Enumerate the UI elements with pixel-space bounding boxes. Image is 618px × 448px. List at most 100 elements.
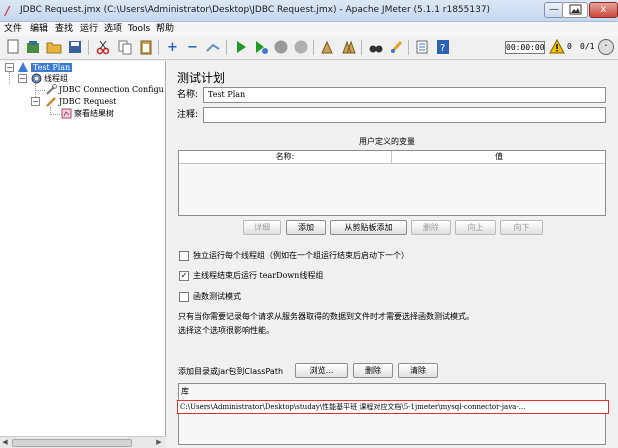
- menu-run[interactable]: 运行: [80, 23, 98, 35]
- column-header-value[interactable]: 值: [393, 151, 605, 163]
- clear-all-icon[interactable]: [340, 39, 357, 56]
- detail-button[interactable]: 详细: [243, 220, 281, 235]
- classpath-library-list[interactable]: 库 C:\Users\Administrator\Desktop\studay\…: [177, 383, 609, 445]
- scroll-right-arrow-icon[interactable]: ▶: [154, 437, 164, 448]
- toolbar-separator: [88, 40, 89, 55]
- open-folder-icon[interactable]: [45, 39, 62, 56]
- reset-search-icon[interactable]: [388, 39, 405, 56]
- tree-node-view-results-tree[interactable]: 察看结果树: [61, 108, 114, 119]
- tree-node-label: JDBC Connection Configu: [59, 85, 164, 94]
- menu-tools[interactable]: Tools: [128, 23, 150, 35]
- scroll-left-arrow-icon[interactable]: ◀: [0, 437, 10, 448]
- table-header: 名称: 值: [179, 151, 605, 164]
- warning-icon[interactable]: [549, 38, 565, 54]
- test-plan-tree: − Test Plan − 线程组 JDBC Connection Config…: [0, 61, 166, 448]
- expand-all-icon[interactable]: +: [164, 39, 181, 56]
- classpath-label: 添加目录或jar包到ClassPath: [178, 367, 284, 376]
- clear-icon[interactable]: [318, 39, 335, 56]
- checkbox-box[interactable]: [179, 291, 189, 302]
- toolbar-separator: [158, 40, 159, 55]
- tree-horizontal-scrollbar[interactable]: ◀ ▶: [0, 436, 166, 448]
- functional-test-mode-checkbox[interactable]: 函数测试模式: [179, 291, 241, 302]
- templates-icon[interactable]: [24, 39, 41, 56]
- library-column-header: 库: [181, 387, 189, 396]
- tree-connector: [35, 90, 45, 91]
- library-entry-row[interactable]: C:\Users\Administrator\Desktop\studay\性能…: [177, 400, 609, 414]
- tree-node-test-plan[interactable]: Test Plan: [18, 62, 73, 73]
- save-icon[interactable]: [66, 39, 83, 56]
- checkbox-label: 主线程结束后运行 tearDown线程组: [193, 271, 324, 280]
- move-down-button[interactable]: 向下: [500, 220, 543, 235]
- checkbox-label: 独立运行每个线程组（例如在一个组运行结束后启动下一个）: [193, 251, 409, 260]
- minimize-button[interactable]: —: [544, 2, 564, 18]
- close-button[interactable]: x: [589, 2, 618, 18]
- gear-icon: [31, 73, 42, 84]
- add-from-clipboard-button[interactable]: 从剪贴板添加: [330, 220, 407, 235]
- column-header-name[interactable]: 名称:: [179, 151, 392, 163]
- functional-mode-description: 只有当你需要记录每个请求从服务器取得的数据到文件时才需要选择函数测试模式。: [178, 312, 474, 321]
- delete-button[interactable]: 删除: [411, 220, 451, 235]
- menu-options[interactable]: 选项: [104, 23, 122, 35]
- menu-edit[interactable]: 编辑: [30, 23, 48, 35]
- toolbar: + − ? 00:00:00 0 0/1 ·: [0, 36, 618, 60]
- new-file-icon[interactable]: [4, 39, 21, 56]
- copy-icon[interactable]: [116, 39, 133, 56]
- scrollbar-thumb[interactable]: [12, 439, 132, 447]
- title-bar: / JDBC Request.jmx (C:\Users\Administrat…: [0, 0, 618, 22]
- toolbar-separator: [361, 40, 362, 55]
- active-thread-count: 0/1: [580, 42, 595, 51]
- browse-button[interactable]: 浏览...: [295, 363, 348, 378]
- start-no-pauses-icon[interactable]: [252, 39, 269, 56]
- user-defined-variables-title: 用户定义的变量: [359, 137, 415, 146]
- toolbar-separator: [408, 40, 409, 55]
- collapse-all-icon[interactable]: −: [184, 39, 201, 56]
- toolbar-separator: [313, 40, 314, 55]
- elapsed-timer: 00:00:00: [505, 41, 545, 54]
- cut-icon[interactable]: [94, 39, 111, 56]
- add-button[interactable]: 添加: [286, 220, 326, 235]
- test-plan-panel: 测试计划 名称: Test Plan 注释: 用户定义的变量 名称: 值 详细 …: [167, 61, 618, 448]
- tree-connector: [9, 72, 10, 84]
- tree-node-thread-group[interactable]: 线程组: [31, 73, 68, 84]
- paste-icon[interactable]: [137, 39, 154, 56]
- panel-heading: 测试计划: [177, 71, 226, 85]
- tree-node-label: Test Plan: [31, 63, 73, 72]
- tree-collapse-toggle[interactable]: −: [31, 97, 40, 106]
- teardown-after-shutdown-checkbox[interactable]: ✓ 主线程结束后运行 tearDown线程组: [179, 270, 323, 281]
- function-helper-icon[interactable]: [413, 39, 430, 56]
- tree-node-jdbc-connection[interactable]: JDBC Connection Configu: [46, 84, 164, 95]
- comment-field[interactable]: [203, 107, 606, 123]
- toggle-icon[interactable]: [204, 39, 221, 56]
- tree-collapse-toggle[interactable]: −: [5, 63, 14, 72]
- tree-connector: [50, 114, 60, 115]
- test-plan-icon: [18, 62, 29, 73]
- listener-icon: [61, 108, 72, 119]
- checkbox-box[interactable]: [179, 250, 189, 261]
- wrench-icon: [46, 84, 57, 95]
- performance-warning: 选择这个选项很影响性能。: [178, 326, 274, 335]
- comment-label: 注释:: [177, 110, 199, 120]
- tree-node-jdbc-request[interactable]: JDBC Request: [46, 96, 116, 107]
- start-icon[interactable]: [232, 39, 249, 56]
- shutdown-icon[interactable]: [292, 39, 309, 56]
- tree-node-label: 察看结果树: [74, 109, 114, 118]
- tree-collapse-toggle[interactable]: −: [18, 74, 27, 83]
- screenshot-overlay-icon: [562, 2, 588, 18]
- pencil-icon: [46, 96, 57, 107]
- remote-globe-icon[interactable]: ·: [598, 39, 614, 55]
- clear-button[interactable]: 清除: [398, 363, 438, 378]
- run-groups-consecutively-checkbox[interactable]: 独立运行每个线程组（例如在一个组运行结束后启动下一个）: [179, 250, 409, 261]
- move-up-button[interactable]: 向上: [455, 220, 496, 235]
- checkbox-box[interactable]: ✓: [179, 270, 189, 281]
- svg-text:?: ?: [440, 43, 445, 54]
- stop-icon[interactable]: [272, 39, 289, 56]
- variables-table[interactable]: 名称: 值: [178, 150, 606, 216]
- search-binoculars-icon[interactable]: [367, 39, 384, 56]
- help-icon[interactable]: ?: [434, 39, 451, 56]
- classpath-delete-button[interactable]: 删除: [353, 363, 393, 378]
- menu-help[interactable]: 帮助: [156, 23, 174, 35]
- tree-node-label: JDBC Request: [59, 97, 117, 106]
- menu-file[interactable]: 文件: [4, 23, 22, 35]
- name-field[interactable]: Test Plan: [203, 87, 606, 103]
- menu-search[interactable]: 查找: [55, 23, 73, 35]
